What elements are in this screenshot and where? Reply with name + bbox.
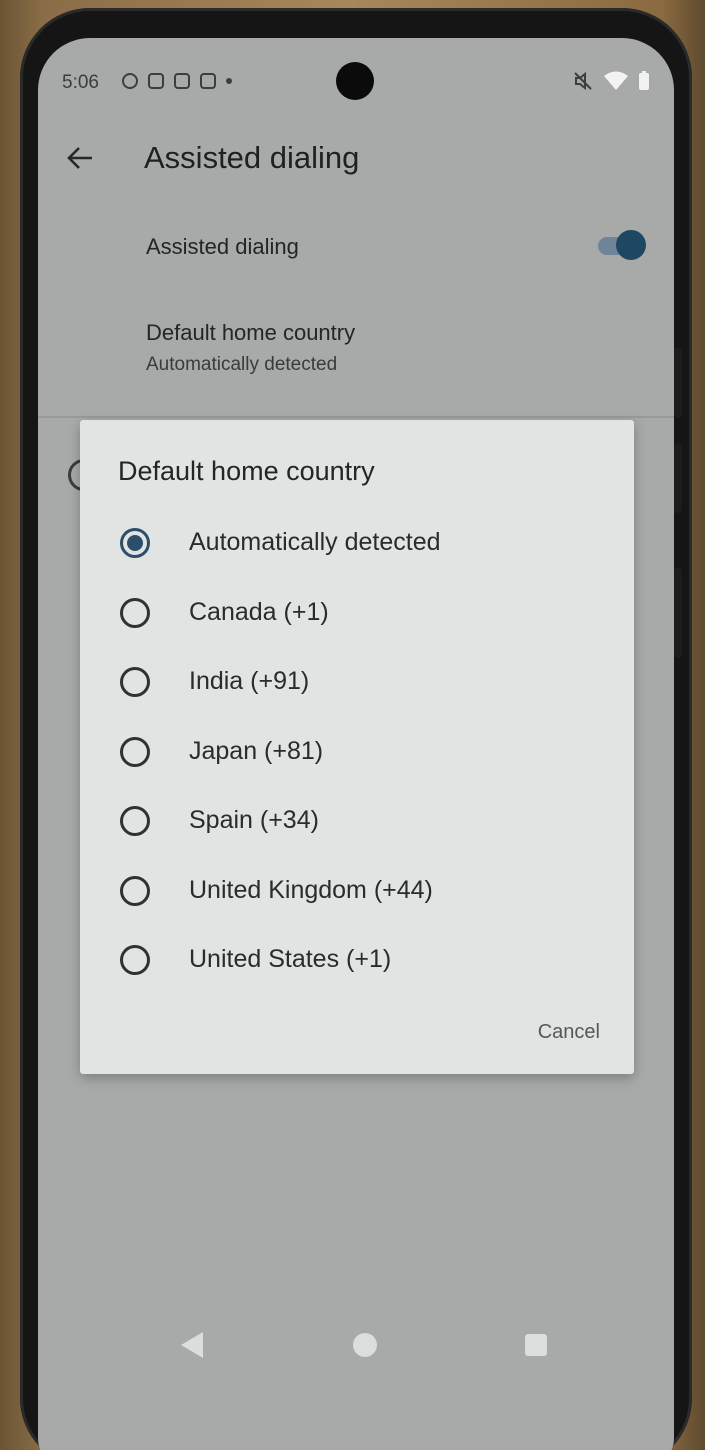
radio-icon[interactable]: [120, 806, 150, 836]
notification-icons: [122, 73, 232, 89]
default-home-country-row[interactable]: Default home country Automatically detec…: [146, 320, 646, 376]
sim-icon: [148, 73, 164, 89]
option-automatically-detected[interactable]: Automatically detected: [80, 508, 634, 578]
back-arrow-icon[interactable]: [62, 140, 98, 176]
wifi-icon: [604, 71, 628, 90]
radio-icon[interactable]: [120, 875, 150, 906]
radio-checked-icon[interactable]: [120, 528, 150, 558]
system-icons: [572, 70, 650, 92]
assisted-dialing-row[interactable]: Assisted dialing: [146, 234, 646, 260]
option-united-kingdom[interactable]: United Kingdom (+44): [80, 856, 634, 926]
message-icon: [200, 73, 216, 89]
notification-icon: [122, 73, 138, 89]
option-label: United Kingdom (+44): [189, 875, 433, 904]
radio-icon[interactable]: [120, 667, 150, 697]
option-india[interactable]: India (+91): [80, 647, 634, 717]
divider: [38, 416, 674, 418]
battery-icon: [639, 71, 649, 90]
clipboard-icon: [174, 73, 190, 89]
option-label: Automatically detected: [189, 528, 441, 556]
default-home-country-summary: Automatically detected: [146, 354, 338, 375]
option-label: Canada (+1): [189, 597, 329, 626]
app-header: Assisted dialing: [38, 126, 674, 196]
nav-recents-icon[interactable]: [525, 1334, 547, 1356]
mute-icon: [574, 71, 592, 91]
power-button: [674, 568, 682, 658]
option-label: Spain (+34): [189, 806, 319, 834]
option-label: Japan (+81): [189, 736, 324, 765]
dot-icon: [226, 78, 232, 84]
status-bar: 5:06: [38, 38, 674, 124]
cancel-button[interactable]: Cancel: [538, 1021, 600, 1044]
country-options: Automatically detected Canada (+1) India…: [80, 508, 634, 995]
option-label: United States (+1): [189, 945, 392, 973]
volume-button-lower: [674, 443, 682, 513]
option-spain[interactable]: Spain (+34): [80, 786, 634, 856]
page-title: Assisted dialing: [144, 140, 360, 175]
volume-button: [674, 348, 682, 418]
front-camera: [336, 62, 374, 100]
nav-home-icon[interactable]: [353, 1333, 377, 1357]
radio-icon[interactable]: [120, 597, 150, 628]
navigation-bar: [38, 1324, 674, 1368]
radio-icon[interactable]: [120, 736, 150, 767]
status-time: 5:06: [62, 72, 99, 93]
dialog-title: Default home country: [118, 456, 375, 486]
nav-back-icon[interactable]: [181, 1332, 203, 1358]
option-united-states[interactable]: United States (+1): [80, 925, 634, 995]
option-japan[interactable]: Japan (+81): [80, 717, 634, 787]
option-canada[interactable]: Canada (+1): [80, 578, 634, 648]
radio-icon[interactable]: [120, 945, 150, 975]
country-dialog: Default home country Automatically detec…: [80, 420, 634, 1074]
assisted-dialing-toggle[interactable]: [598, 228, 646, 262]
assisted-dialing-label: Assisted dialing: [146, 234, 299, 259]
option-label: India (+91): [189, 667, 310, 695]
phone-screen: 5:06 Assisted dialing Assisted dialing D…: [38, 38, 674, 1450]
toggle-thumb: [616, 230, 646, 260]
default-home-country-label: Default home country: [146, 320, 356, 345]
